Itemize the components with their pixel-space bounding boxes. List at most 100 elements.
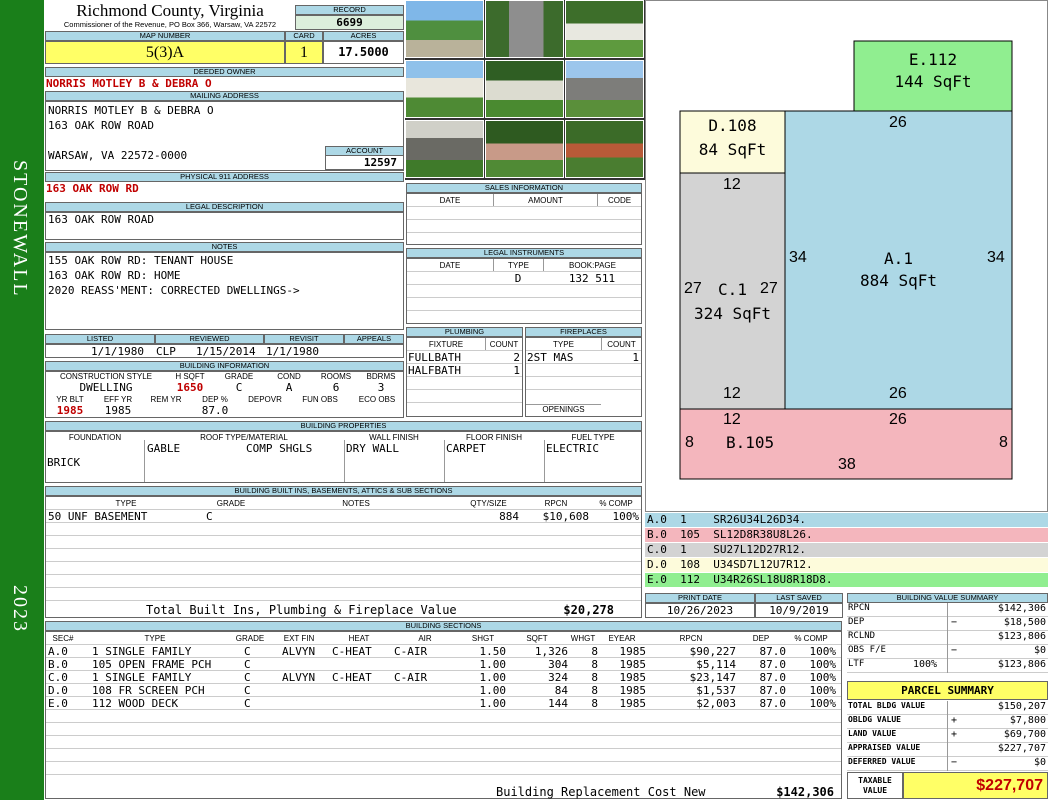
account-number: 12597 [325, 156, 404, 170]
listed-date: 1/1/1980 [91, 345, 144, 358]
taxable-value: $227,707 [903, 772, 1048, 799]
reviewed-label: REVIEWED [155, 334, 264, 344]
building-properties-label: BUILDING PROPERTIES [45, 421, 642, 431]
plumbing-fixture: FULLBATH [408, 351, 461, 363]
note-line-2: 163 OAK ROW RD: HOME [48, 269, 181, 282]
builtins-total-label: Total Built Ins, Plumbing & Fireplace Va… [146, 603, 457, 617]
rooms-label: ROOMS [320, 372, 352, 381]
sketch-dim: 8 [685, 434, 694, 451]
bdrms-label: BDRMS [366, 372, 396, 381]
sketch-dim: 27 [684, 280, 702, 297]
last-saved-label: LAST SAVED [755, 593, 843, 603]
property-photo [485, 0, 564, 58]
property-photo [405, 0, 484, 58]
district-sidebar: STONEWALL 2023 [0, 0, 44, 800]
building-info-label: BUILDING INFORMATION [45, 361, 404, 371]
openings-label: OPENINGS [526, 404, 601, 414]
card-label: CARD [285, 31, 323, 41]
sketch-code-line: D.0 108 U34SD7L12U7R12. [645, 558, 1048, 572]
district-name: STONEWALL [9, 160, 31, 298]
property-photo [405, 120, 484, 178]
physical-address: 163 OAK ROW RD [46, 182, 139, 195]
print-date-label: PRINT DATE [645, 593, 755, 603]
sketch-dim: 12 [723, 176, 741, 193]
builtin-rpcn-label: RPCN [544, 499, 568, 508]
plumbing-label: PLUMBING [406, 327, 523, 337]
map-number-label: MAP NUMBER [45, 31, 285, 41]
print-date: 10/26/2023 [645, 603, 755, 618]
deeded-owner-label: DEEDED OWNER [45, 67, 404, 77]
yrblt-label: YR BLT [56, 395, 84, 404]
property-photo [485, 60, 564, 118]
sales-code-label: CODE [597, 194, 641, 206]
legal-instruments-label: LEGAL INSTRUMENTS [406, 248, 642, 258]
instrument-date-label: DATE [439, 261, 461, 270]
sketch-code-line: C.0 1 SU27L12D27R12. [645, 543, 1048, 557]
revisit-label: REVISIT [264, 334, 344, 344]
builtin-type: 50 UNF BASEMENT [48, 510, 148, 522]
property-photos [405, 0, 645, 180]
revisit-date: 1/1/1980 [266, 345, 319, 358]
property-photo [405, 60, 484, 118]
sketch-dim: 34 [987, 249, 1005, 266]
funobs-label: FUN OBS [302, 395, 338, 404]
mailing-line-2: 163 OAK ROW ROAD [48, 119, 154, 132]
wall-finish-label: WALL FINISH [369, 433, 419, 442]
deeded-owner: NORRIS MOTLEY B & DEBRA O [46, 77, 212, 90]
depovr-label: DEPOVR [248, 395, 282, 404]
fireplace-count: 1 [632, 351, 639, 363]
sketch-dim: 26 [889, 114, 907, 131]
builtins-total: $20,278 [563, 603, 614, 617]
floor-finish-label: FLOOR FINISH [465, 433, 522, 442]
building-info-box: CONSTRUCTION STYLE H SQFT GRADE COND ROO… [45, 371, 404, 418]
grade-label: GRADE [224, 372, 254, 381]
bdrms-value: 3 [377, 381, 385, 394]
commissioner-line: Commissioner of the Revenue, PO Box 366,… [63, 20, 277, 29]
builtin-grade-label: GRADE [216, 499, 246, 508]
reviewed-by: CLP [156, 345, 176, 358]
building-properties-box: FOUNDATION ROOF TYPE/MATERIAL WALL FINIS… [45, 431, 642, 483]
effyr-value: 1985 [104, 404, 132, 417]
construction-style-label: CONSTRUCTION STYLE [59, 372, 152, 381]
taxable-value-label: TAXABLE VALUE [847, 772, 903, 799]
table-row: 50 UNF BASEMENT C 884 $10,608 100% [46, 510, 641, 523]
builtin-qty: 884 [499, 510, 519, 522]
county-name: Richmond County, Virginia [76, 1, 264, 20]
builtin-pct: 100% [612, 510, 640, 522]
sales-amount-label: AMOUNT [493, 194, 597, 206]
sketch-dim: 12 [723, 385, 741, 402]
table-row: C.0 1 SINGLE FAMILY C ALVYN C-HEAT C-AIR 1.00 3… [46, 671, 841, 684]
acres-label: ACRES [323, 31, 404, 41]
brcn-value: $142,306 [776, 785, 834, 799]
notes-label: NOTES [45, 242, 404, 252]
builtin-grade: C [206, 510, 213, 522]
sales-info-box: DATE AMOUNT CODE [406, 193, 642, 245]
instrument-type: D [514, 272, 522, 284]
instrument-bookpage-label: BOOK:PAGE [543, 259, 641, 271]
instrument-bookpage: 132 511 [568, 272, 616, 284]
property-photo [565, 60, 644, 118]
fireplace-type: 2ST MAS [527, 351, 574, 363]
record-number: 6699 [295, 15, 404, 30]
fireplaces-box: TYPE COUNT 2ST MAS 1 OPENINGS [525, 337, 642, 417]
sketch-dim: 34 [789, 249, 807, 266]
building-sketch: E.112 144 SqFt D.108 84 SqFt A.1 884 SqFt C… [645, 0, 1048, 512]
effyr-label: EFF YR [103, 395, 133, 404]
sketch-label-b: B.105 [726, 433, 775, 452]
plumbing-fixture: HALFBATH [408, 364, 461, 376]
card-number: 1 [285, 41, 323, 64]
building-sections-table: SEC# TYPE GRADE EXT FIN HEAT AIR SHGT SQ… [45, 631, 842, 799]
builtin-notes-label: NOTES [342, 499, 370, 508]
sketch-dim: 38 [838, 456, 856, 473]
note-line-1: 155 OAK ROW RD: TENANT HOUSE [48, 254, 234, 267]
foundation-value: BRICK [47, 456, 81, 469]
fireplace-count-label: COUNT [601, 338, 641, 350]
builtins-label: BUILDING BUILT INS, BASEMENTS, ATTICS & … [45, 486, 642, 496]
legal-instruments-box: DATE TYPE BOOK:PAGE D 132 511 [406, 258, 642, 324]
builtin-qty-label: QTY/SIZE [470, 499, 507, 508]
physical-address-label: PHYSICAL 911 ADDRESS [45, 172, 404, 182]
ecoobs-label: ECO OBS [358, 395, 396, 404]
hsqft-value: 1650 [176, 381, 204, 394]
note-line-3: 2020 REASS'MENT: CORRECTED DWELLINGS-> [48, 284, 300, 297]
listed-label: LISTED [45, 334, 155, 344]
